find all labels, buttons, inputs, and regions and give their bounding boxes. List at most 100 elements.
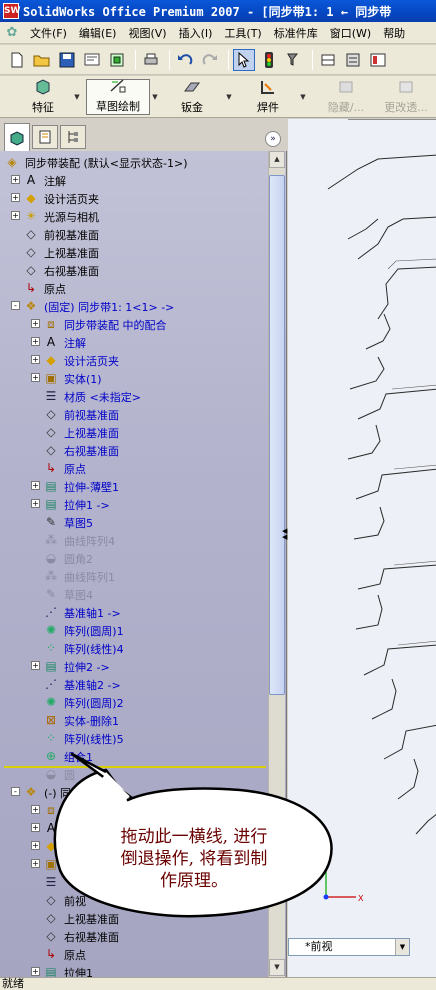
tree-item[interactable]: ◇ 前视 [0, 891, 268, 909]
tree-item[interactable]: + ⧈ 同步带装配 中的配合 [0, 315, 268, 333]
tree-item[interactable]: ⊕ 组合1 [0, 747, 268, 765]
tree-item[interactable]: ◇ 上视基准面 [0, 909, 268, 927]
tree-item[interactable]: ◇ 前视基准面 [0, 225, 268, 243]
menu-help[interactable]: 帮助 [377, 25, 411, 41]
expand-icon[interactable]: + [31, 805, 40, 814]
rollback-bar[interactable] [4, 766, 266, 768]
tree-item[interactable]: ⁂ 曲线阵列1 [0, 567, 268, 585]
expand-icon[interactable]: + [31, 823, 40, 832]
print-icon[interactable] [140, 49, 162, 71]
undo-icon[interactable] [174, 49, 196, 71]
expand-icon[interactable]: + [11, 175, 20, 184]
tree-item[interactable]: ✎ 草图4 [0, 585, 268, 603]
collapse-panel-icon[interactable]: » [265, 131, 281, 147]
cmd-tab-weldments[interactable]: 焊件 [242, 79, 294, 115]
cmd-change-transparency[interactable]: 更改透... [378, 79, 434, 115]
redo-icon[interactable] [199, 49, 221, 71]
save-icon[interactable] [56, 49, 78, 71]
tree-item[interactable]: ◇ 上视基准面 [0, 423, 268, 441]
tab-property-manager[interactable] [32, 125, 58, 149]
tree-item[interactable]: + ☀ 光源与相机 [0, 207, 268, 225]
tree-item[interactable]: + ◆ 设计活页夹 [0, 351, 268, 369]
fillet-tool-icon[interactable] [317, 49, 339, 71]
tree-item[interactable]: + ▤ 拉伸2 -> [0, 657, 268, 675]
menu-edit[interactable]: 编辑(E) [73, 25, 123, 41]
view-name-dropdown[interactable]: *前视 ▼ [288, 938, 410, 956]
menu-insert[interactable]: 插入(I) [173, 25, 219, 41]
tree-item[interactable]: ◇ 右视基准面 [0, 927, 268, 945]
menu-standard-library[interactable]: 标准件库 [268, 25, 324, 41]
open-folder-icon[interactable] [31, 49, 53, 71]
tree-item[interactable]: ↳ 原点 [0, 459, 268, 477]
tree-item[interactable]: ⁘ 阵列(线性)5 [0, 729, 268, 747]
tree-item[interactable]: ✺ 阵列(圆周)2 [0, 693, 268, 711]
tree-item[interactable]: ⋰ 基准轴1 -> [0, 603, 268, 621]
help-icon[interactable] [367, 49, 389, 71]
tree-item[interactable]: + ▤ 拉伸1 [0, 963, 268, 977]
expand-icon[interactable]: + [31, 355, 40, 364]
collapse-icon[interactable]: - [11, 787, 20, 796]
tree-item[interactable]: - ❖ (固定) 同步带1: 1<1> -> [0, 297, 268, 315]
tree-item[interactable]: ◇ 前视基准面 [0, 405, 268, 423]
expand-icon[interactable]: + [31, 967, 40, 976]
make-drawing-icon[interactable] [81, 49, 103, 71]
tree-item[interactable]: ⋰ 基准轴2 -> [0, 675, 268, 693]
expand-icon[interactable]: + [31, 661, 40, 670]
scroll-up-icon[interactable]: ▲ [269, 151, 285, 168]
expand-icon[interactable]: + [31, 337, 40, 346]
menu-tools[interactable]: 工具(T) [218, 25, 267, 41]
collapse-icon[interactable]: - [11, 301, 20, 310]
select-filter-icon[interactable] [283, 49, 305, 71]
tab-configuration-manager[interactable] [60, 125, 86, 149]
expand-icon[interactable]: + [31, 481, 40, 490]
expand-icon[interactable]: + [31, 499, 40, 508]
tree-item[interactable]: ◇ 上视基准面 [0, 243, 268, 261]
panel-splitter-grip[interactable]: ◀ ◀ [282, 528, 288, 546]
tree-item[interactable]: ⁂ 曲线阵列4 [0, 531, 268, 549]
tree-item[interactable]: + A 注解 [0, 333, 268, 351]
tab-feature-manager[interactable] [4, 123, 30, 151]
tree-item[interactable]: ✺ 阵列(圆周)1 [0, 621, 268, 639]
options-icon[interactable] [342, 49, 364, 71]
scroll-down-icon[interactable]: ▼ [269, 959, 285, 976]
chevron-down-icon[interactable]: ▼ [298, 80, 308, 114]
tree-item[interactable]: ☰ 材质 <未指定> [0, 387, 268, 405]
cmd-tab-sheet-metal[interactable]: 钣金 [166, 79, 218, 115]
tree-item[interactable]: + ◆ 设计活页夹 [0, 189, 268, 207]
title-bar[interactable]: SW SolidWorks Office Premium 2007 - [同步带… [0, 0, 436, 22]
solidworks-logo-icon[interactable]: ✿ [4, 25, 20, 41]
select-pointer-icon[interactable] [233, 48, 255, 71]
menu-window[interactable]: 窗口(W) [324, 25, 377, 41]
expand-icon[interactable]: + [11, 211, 20, 220]
scrollbar-thumb[interactable] [269, 175, 285, 695]
tree-item[interactable]: - ❖ (-) 同 [0, 783, 268, 801]
cmd-tab-sketch[interactable]: 草图绘制 [86, 79, 150, 115]
make-assembly-icon[interactable] [106, 49, 128, 71]
menu-file[interactable]: 文件(F) [24, 25, 73, 41]
tree-item[interactable]: + ▣ 实体(1) [0, 369, 268, 387]
tree-item[interactable]: + ▤ 拉伸1 -> [0, 495, 268, 513]
chevron-down-icon[interactable]: ▼ [395, 939, 409, 955]
expand-icon[interactable]: + [31, 859, 40, 868]
tree-item[interactable]: ✎ 草图5 [0, 513, 268, 531]
tree-item[interactable]: + A 注解 [0, 171, 268, 189]
expand-icon[interactable]: + [31, 841, 40, 850]
tree-item[interactable]: ◇ 右视基准面 [0, 261, 268, 279]
expand-icon[interactable]: + [11, 193, 20, 202]
cmd-hide-show[interactable]: 隐藏/... [320, 79, 372, 115]
tree-item[interactable]: ◒ 圆角2 [0, 549, 268, 567]
solidworks-app-icon[interactable]: SW [3, 3, 20, 19]
tree-item[interactable]: + ⧈ 同步 [0, 801, 268, 819]
expand-icon[interactable]: + [31, 373, 40, 382]
menu-view[interactable]: 视图(V) [122, 25, 172, 41]
rebuild-traffic-light-icon[interactable] [258, 49, 280, 71]
tree-item[interactable]: + ▤ 拉伸-薄壁1 [0, 477, 268, 495]
expand-icon[interactable]: + [31, 319, 40, 328]
new-document-icon[interactable] [6, 49, 28, 71]
tree-item[interactable]: ↳ 原点 [0, 945, 268, 963]
chevron-down-icon[interactable]: ▼ [72, 80, 82, 114]
chevron-down-icon[interactable]: ▼ [224, 80, 234, 114]
tree-item[interactable]: ◇ 右视基准面 [0, 441, 268, 459]
chevron-down-icon[interactable]: ▼ [150, 80, 160, 114]
tree-item[interactable]: ⊠ 实体-删除1 [0, 711, 268, 729]
